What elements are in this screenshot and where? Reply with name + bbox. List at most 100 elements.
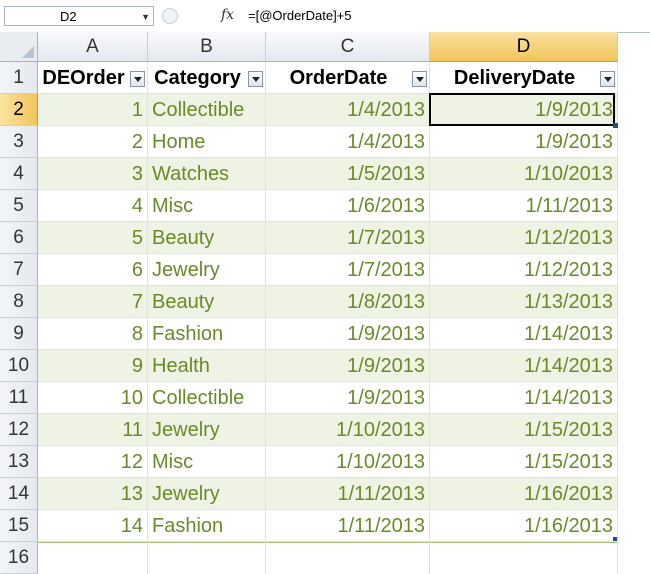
row-header-8[interactable]: 8 (0, 286, 38, 318)
table-cell[interactable]: 1/11/2013 (266, 478, 430, 510)
expand-handle-icon[interactable] (162, 8, 178, 24)
row-header-5[interactable]: 5 (0, 190, 38, 222)
table-cell[interactable]: Jewelry (148, 478, 266, 510)
column-header-b[interactable]: B (148, 32, 266, 62)
row-header-7[interactable]: 7 (0, 254, 38, 286)
row-header-13[interactable]: 13 (0, 446, 38, 478)
table-cell[interactable]: 1/9/2013 (430, 94, 618, 126)
table-row: 2 Home 1/4/2013 1/9/2013 (38, 126, 618, 158)
row-header-15[interactable]: 15 (0, 510, 38, 542)
table-cell[interactable]: 1/11/2013 (266, 510, 430, 542)
table-cell[interactable]: 8 (38, 318, 148, 350)
table-cell[interactable]: 1/10/2013 (430, 158, 618, 190)
table-cell[interactable]: 1/10/2013 (266, 446, 430, 478)
empty-cell[interactable] (148, 542, 266, 574)
table-cell[interactable]: 10 (38, 382, 148, 414)
table-cell[interactable]: 1/5/2013 (266, 158, 430, 190)
table-row: 13 Jewelry 1/11/2013 1/16/2013 (38, 478, 618, 510)
table-cell[interactable]: Watches (148, 158, 266, 190)
row-header-3[interactable]: 3 (0, 126, 38, 158)
filter-dropdown-icon[interactable] (248, 71, 263, 87)
table-cell[interactable]: 1/16/2013 (430, 510, 618, 542)
table-cell[interactable]: 1/8/2013 (266, 286, 430, 318)
table-cell[interactable]: 1/12/2013 (430, 222, 618, 254)
column-header-a[interactable]: A (38, 32, 148, 62)
table-cell[interactable]: Jewelry (148, 414, 266, 446)
table-cell[interactable]: 12 (38, 446, 148, 478)
select-all-button[interactable] (0, 32, 38, 62)
table-cell[interactable]: 1/9/2013 (266, 350, 430, 382)
table-cell[interactable]: 1/14/2013 (430, 318, 618, 350)
table-header-orderdate[interactable]: OrderDate (266, 62, 430, 94)
table-cell[interactable]: 1 (38, 94, 148, 126)
table-cell[interactable]: 2 (38, 126, 148, 158)
table-cell[interactable]: 4 (38, 190, 148, 222)
table-cell[interactable]: Collectible (148, 94, 266, 126)
select-all-icon (22, 46, 34, 58)
formula-input[interactable]: =[@OrderDate]+5 (248, 6, 352, 26)
table-cell[interactable]: 9 (38, 350, 148, 382)
table-cell[interactable]: 1/13/2013 (430, 286, 618, 318)
row-header-10[interactable]: 10 (0, 350, 38, 382)
empty-cell[interactable] (266, 542, 430, 574)
table-cell[interactable]: Jewelry (148, 254, 266, 286)
table-row: 4 Misc 1/6/2013 1/11/2013 (38, 190, 618, 222)
table-cell[interactable]: 1/6/2013 (266, 190, 430, 222)
table-cell[interactable]: 5 (38, 222, 148, 254)
table-cell[interactable]: Beauty (148, 222, 266, 254)
table-cell[interactable]: 1/14/2013 (430, 350, 618, 382)
table-cell[interactable]: 14 (38, 510, 148, 542)
table-cell[interactable]: 1/9/2013 (266, 382, 430, 414)
table-cell[interactable]: 1/14/2013 (430, 382, 618, 414)
table-cell[interactable]: 1/7/2013 (266, 222, 430, 254)
table-cell[interactable]: Fashion (148, 318, 266, 350)
row-header-11[interactable]: 11 (0, 382, 38, 414)
table-header-deliverydate[interactable]: DeliveryDate (430, 62, 618, 94)
empty-cell[interactable] (430, 542, 618, 574)
table-row: 6 Jewelry 1/7/2013 1/12/2013 (38, 254, 618, 286)
row-header-14[interactable]: 14 (0, 478, 38, 510)
column-header-c[interactable]: C (266, 32, 430, 62)
table-cell[interactable]: Home (148, 126, 266, 158)
table-cell[interactable]: 1/9/2013 (266, 318, 430, 350)
table-cell[interactable]: 1/12/2013 (430, 254, 618, 286)
insert-function-icon[interactable]: fx (221, 7, 234, 23)
table-cell[interactable]: 1/16/2013 (430, 478, 618, 510)
table-cell[interactable]: 1/15/2013 (430, 446, 618, 478)
table-cell[interactable]: 6 (38, 254, 148, 286)
fill-handle[interactable] (613, 123, 618, 128)
row-header-6[interactable]: 6 (0, 222, 38, 254)
table-cell[interactable]: 1/4/2013 (266, 94, 430, 126)
filter-dropdown-icon[interactable] (130, 71, 145, 87)
table-cell[interactable]: Misc (148, 446, 266, 478)
table-cell[interactable]: 3 (38, 158, 148, 190)
table-cell[interactable]: 1/4/2013 (266, 126, 430, 158)
chevron-down-icon[interactable]: ▼ (141, 7, 150, 27)
empty-cell[interactable] (38, 542, 148, 574)
table-cell[interactable]: Collectible (148, 382, 266, 414)
filter-dropdown-icon[interactable] (412, 71, 427, 87)
table-cell[interactable]: 1/15/2013 (430, 414, 618, 446)
row-header-16[interactable]: 16 (0, 542, 38, 574)
table-cell[interactable]: Misc (148, 190, 266, 222)
row-header-9[interactable]: 9 (0, 318, 38, 350)
table-cell[interactable]: 1/7/2013 (266, 254, 430, 286)
table-cell[interactable]: 7 (38, 286, 148, 318)
table-resize-handle[interactable] (613, 537, 617, 541)
table-cell[interactable]: Fashion (148, 510, 266, 542)
filter-dropdown-icon[interactable] (600, 71, 615, 87)
table-row: 1 Collectible 1/4/2013 1/9/2013 (38, 94, 618, 126)
table-cell[interactable]: 1/10/2013 (266, 414, 430, 446)
table-cell[interactable]: 1/11/2013 (430, 190, 618, 222)
table-cell[interactable]: 13 (38, 478, 148, 510)
row-header-1[interactable]: 1 (0, 62, 38, 94)
table-cell[interactable]: Health (148, 350, 266, 382)
row-header-2[interactable]: 2 (0, 94, 38, 126)
name-box[interactable]: D2 ▼ (4, 6, 154, 26)
row-header-12[interactable]: 12 (0, 414, 38, 446)
table-cell[interactable]: 1/9/2013 (430, 126, 618, 158)
column-header-d[interactable]: D (430, 32, 618, 62)
table-cell[interactable]: 11 (38, 414, 148, 446)
row-header-4[interactable]: 4 (0, 158, 38, 190)
table-cell[interactable]: Beauty (148, 286, 266, 318)
